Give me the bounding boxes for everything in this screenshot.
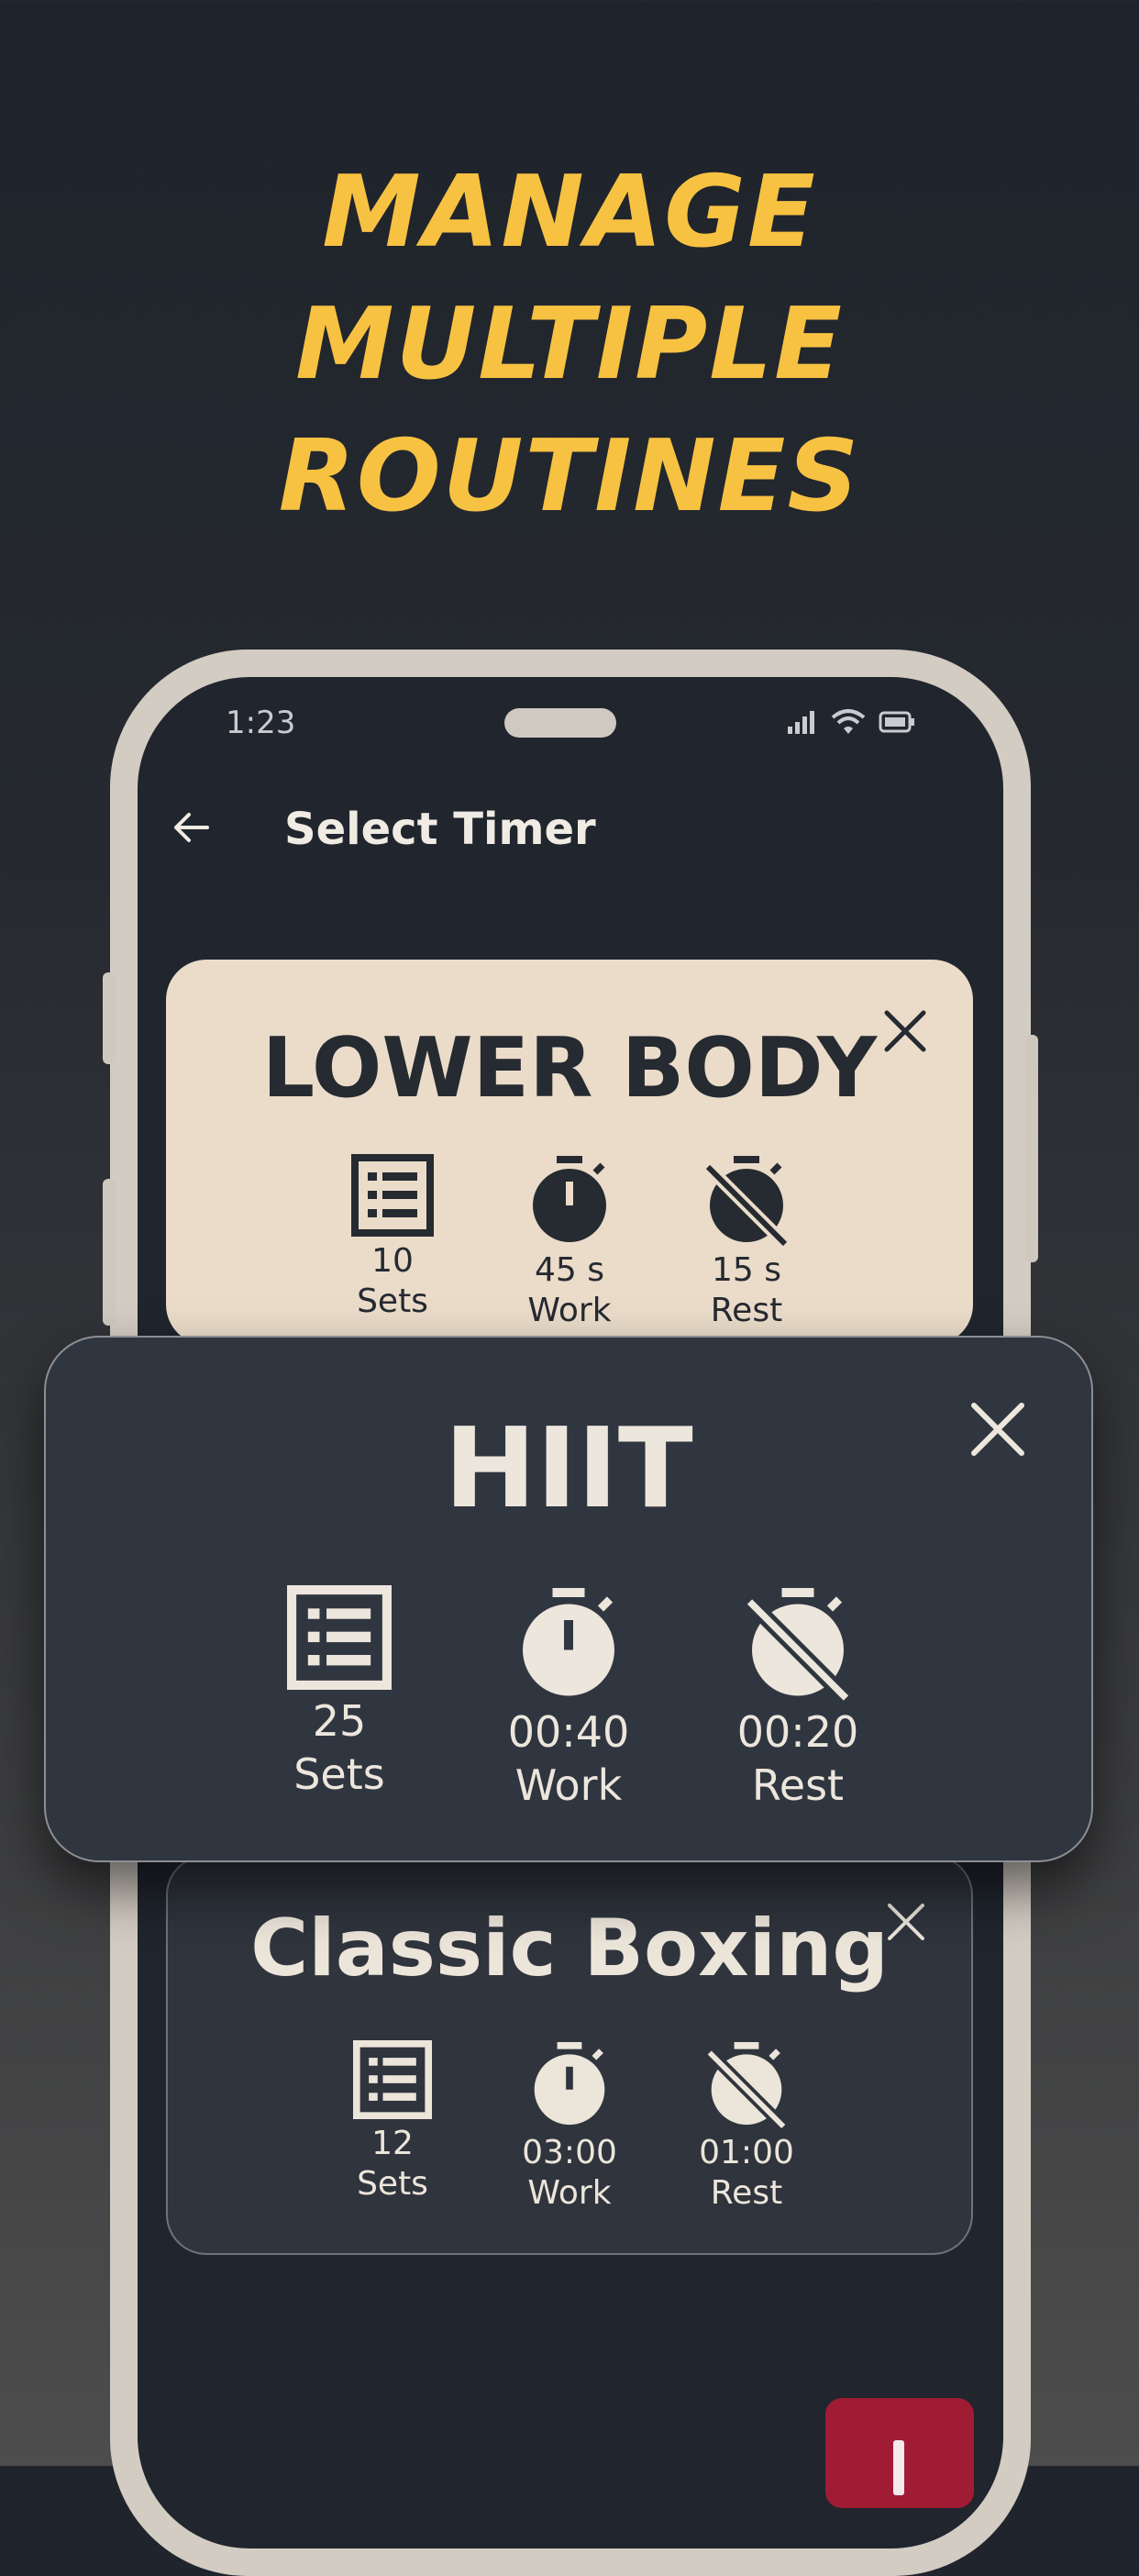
stat-rest: 00:20 Rest bbox=[737, 1585, 858, 1812]
close-icon[interactable] bbox=[968, 1400, 1027, 1459]
stopwatch-icon bbox=[527, 2040, 612, 2133]
stat-label: Work bbox=[514, 1760, 623, 1810]
headline-line-1: MANAGE bbox=[322, 155, 817, 270]
stat-label: Sets bbox=[293, 1749, 385, 1799]
phone-side-button bbox=[103, 1179, 116, 1326]
stat-label: Work bbox=[527, 2174, 612, 2212]
timer-name: Classic Boxing bbox=[250, 1903, 889, 1994]
stopwatch-off-icon bbox=[743, 1585, 853, 1705]
timer-stats: 10 Sets 45 s Work 15 s Rest bbox=[166, 1154, 973, 1331]
timer-name: HIIT bbox=[444, 1405, 693, 1533]
headline-line-2: MULTIPLE bbox=[295, 287, 844, 402]
list-icon bbox=[351, 1154, 434, 1241]
signal-icon bbox=[787, 710, 818, 738]
stat-rest: 15 s Rest bbox=[695, 1154, 799, 1331]
stat-label: Work bbox=[527, 1292, 612, 1329]
page-title: Select Timer bbox=[284, 804, 596, 855]
stat-label: Rest bbox=[710, 2174, 783, 2212]
close-icon[interactable] bbox=[885, 1901, 927, 1943]
stat-label: Sets bbox=[357, 2165, 428, 2203]
timer-stats: 12 Sets 03:00 Work 01:00 Rest bbox=[168, 2040, 971, 2214]
camera-notch bbox=[504, 708, 616, 738]
stat-rest: 01:00 Rest bbox=[695, 2040, 799, 2214]
plus-icon bbox=[893, 2440, 904, 2495]
headline-line-3: ROUTINES bbox=[278, 419, 861, 534]
stat-label: Rest bbox=[751, 1760, 845, 1810]
stat-work: 03:00 Work bbox=[518, 2040, 622, 2214]
status-time: 1:23 bbox=[226, 705, 296, 741]
phone-side-button bbox=[103, 972, 116, 1064]
battery-icon bbox=[879, 710, 915, 738]
stat-value: 01:00 bbox=[699, 2134, 794, 2171]
stopwatch-off-icon bbox=[704, 2040, 789, 2133]
timer-stats: 25 Sets 00:40 Work 00:20 Rest bbox=[46, 1585, 1091, 1812]
stat-value: 00:40 bbox=[507, 1707, 630, 1757]
list-icon bbox=[353, 2040, 432, 2124]
wifi-icon bbox=[831, 708, 866, 740]
stat-value: 10 bbox=[371, 1242, 414, 1280]
stat-sets: 12 Sets bbox=[341, 2040, 445, 2214]
stopwatch-icon bbox=[514, 1585, 624, 1705]
stat-value: 15 s bbox=[711, 1251, 781, 1289]
stat-value: 03:00 bbox=[522, 2134, 617, 2171]
arrow-left-icon[interactable] bbox=[171, 807, 211, 848]
list-icon bbox=[287, 1585, 392, 1694]
stat-work: 00:40 Work bbox=[508, 1585, 629, 1812]
stat-value: 00:20 bbox=[736, 1707, 859, 1757]
stat-sets: 25 Sets bbox=[279, 1585, 400, 1812]
phone-power-button bbox=[1025, 1035, 1038, 1262]
add-timer-button[interactable] bbox=[825, 2398, 974, 2508]
timer-card-hiit[interactable]: HIIT 25 Sets 00:40 Work 00:20 Rest bbox=[44, 1336, 1093, 1862]
stat-label: Rest bbox=[710, 1292, 783, 1329]
timer-card-classic-boxing[interactable]: Classic Boxing 12 Sets 03:00 Work 01:00 … bbox=[166, 1855, 973, 2255]
stat-label: Sets bbox=[357, 1282, 428, 1320]
stat-work: 45 s Work bbox=[518, 1154, 622, 1331]
stat-value: 25 bbox=[312, 1696, 367, 1746]
close-icon[interactable] bbox=[881, 1007, 929, 1055]
stopwatch-off-icon bbox=[702, 1154, 791, 1250]
stat-value: 12 bbox=[371, 2125, 414, 2162]
promo-headline: MANAGE MULTIPLE ROUTINES bbox=[0, 147, 1139, 543]
timer-card-lower-body[interactable]: LOWER BODY 10 Sets 45 s Work 15 s Rest bbox=[166, 960, 973, 1345]
stat-value: 45 s bbox=[534, 1251, 604, 1289]
stopwatch-icon bbox=[525, 1154, 614, 1250]
timer-name: LOWER BODY bbox=[261, 1020, 878, 1116]
stat-sets: 10 Sets bbox=[341, 1154, 445, 1331]
status-icons bbox=[787, 708, 915, 740]
